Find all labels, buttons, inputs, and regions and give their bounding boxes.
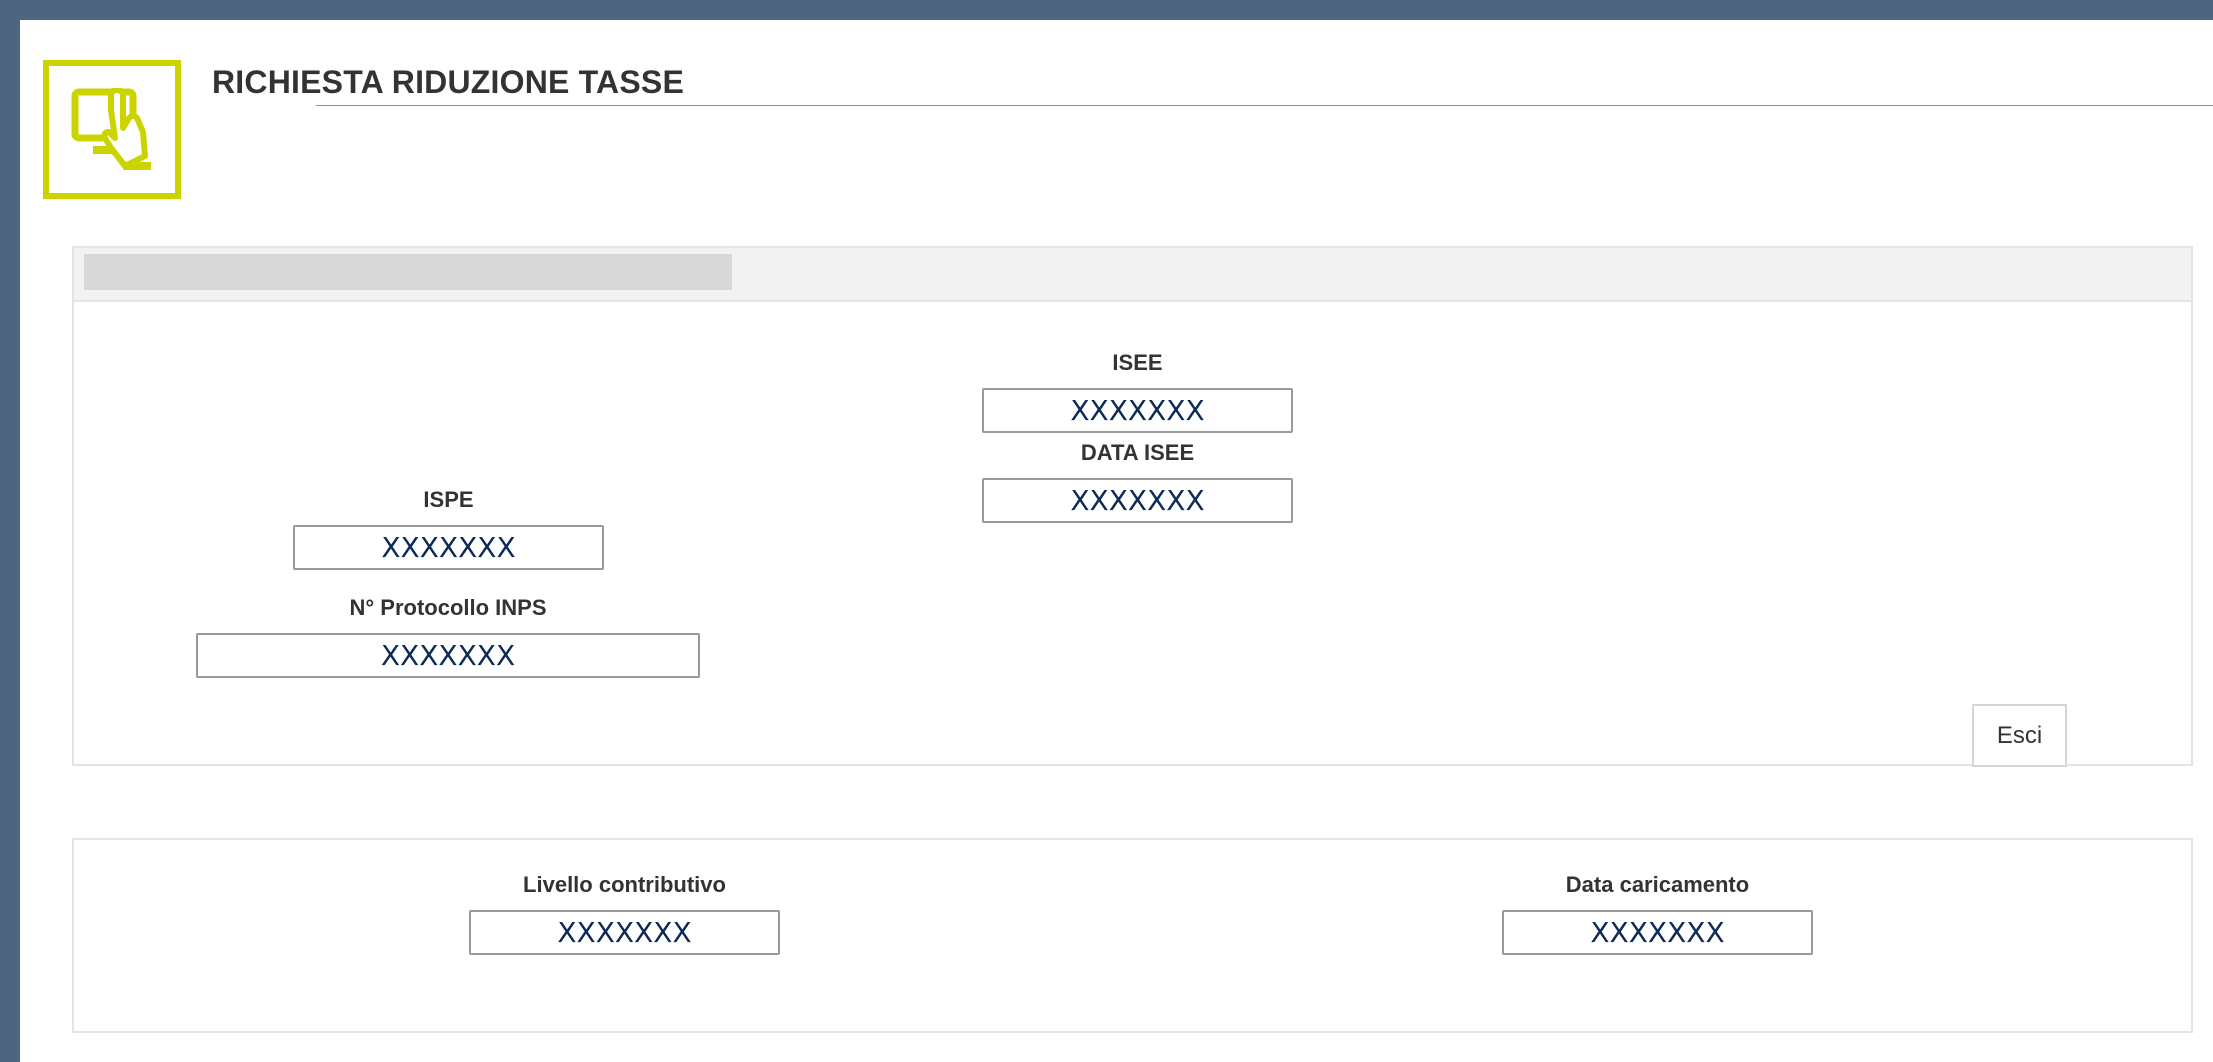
protocollo-inps-label: N° Protocollo INPS bbox=[349, 595, 547, 620]
isee-input[interactable] bbox=[982, 388, 1293, 433]
page: RICHIESTA RIDUZIONE TASSE ISEE DATA ISEE… bbox=[20, 20, 2213, 1062]
data-caricamento-label: Data caricamento bbox=[1565, 872, 1750, 897]
panel-header bbox=[74, 248, 2191, 302]
livello-contributivo-input[interactable] bbox=[469, 910, 780, 955]
ispe-label: ISPE bbox=[423, 487, 474, 512]
data-caricamento-field: Data caricamento bbox=[1502, 872, 1813, 955]
panel-header-placeholder bbox=[84, 254, 732, 290]
esci-button[interactable]: Esci bbox=[1972, 704, 2067, 767]
app-logo bbox=[43, 60, 181, 199]
isee-label: ISEE bbox=[1112, 350, 1163, 375]
protocollo-inps-field: N° Protocollo INPS bbox=[196, 595, 700, 678]
isee-field: ISEE bbox=[982, 350, 1293, 433]
ispe-input[interactable] bbox=[293, 525, 604, 570]
protocollo-inps-input[interactable] bbox=[196, 633, 700, 678]
livello-contributivo-field: Livello contributivo bbox=[469, 872, 780, 955]
livello-contributivo-label: Livello contributivo bbox=[523, 872, 726, 897]
title-divider bbox=[316, 105, 2213, 106]
page-title: RICHIESTA RIDUZIONE TASSE bbox=[212, 64, 684, 100]
touchscreen-hand-icon bbox=[71, 88, 151, 170]
data-caricamento-input[interactable] bbox=[1502, 910, 1813, 955]
data-isee-field: DATA ISEE bbox=[982, 440, 1293, 523]
summary-panel bbox=[72, 838, 2193, 1033]
data-isee-input[interactable] bbox=[982, 478, 1293, 523]
data-isee-label: DATA ISEE bbox=[1080, 440, 1195, 465]
ispe-field: ISPE bbox=[293, 487, 604, 570]
